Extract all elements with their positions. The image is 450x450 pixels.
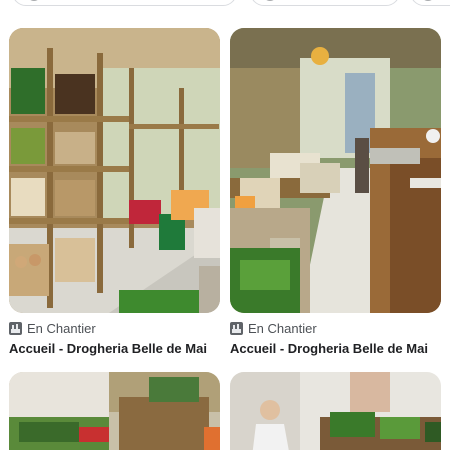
result-image[interactable]	[230, 372, 441, 450]
image-result-card[interactable]	[230, 372, 441, 450]
result-title[interactable]: Accueil - Drogheria Belle de Mai	[9, 341, 207, 356]
result-image[interactable]	[9, 372, 220, 450]
source-label: En Chantier	[27, 320, 96, 336]
filter-chip[interactable]	[410, 0, 450, 6]
image-result-card[interactable]	[9, 372, 220, 450]
result-image[interactable]	[9, 28, 220, 313]
result-source[interactable]: En Chantier	[230, 320, 317, 336]
image-result-card[interactable]: En Chantier Accueil - Drogheria Belle de…	[9, 28, 220, 358]
result-image[interactable]	[230, 28, 441, 313]
filter-chip[interactable]	[12, 0, 237, 6]
construction-site-favicon-icon	[230, 321, 243, 335]
chip-thumbnail-icon	[27, 0, 41, 1]
image-result-card[interactable]: En Chantier Accueil - Drogheria Belle de…	[230, 28, 441, 358]
source-label: En Chantier	[248, 320, 317, 336]
chip-thumbnail-icon	[421, 0, 435, 1]
result-title[interactable]: Accueil - Drogheria Belle de Mai	[230, 341, 428, 356]
chip-thumbnail-icon	[263, 0, 277, 1]
result-source[interactable]: En Chantier	[9, 320, 96, 336]
filter-chip[interactable]	[250, 0, 400, 6]
construction-site-favicon-icon	[9, 321, 22, 335]
filter-chips-row	[0, 0, 450, 14]
